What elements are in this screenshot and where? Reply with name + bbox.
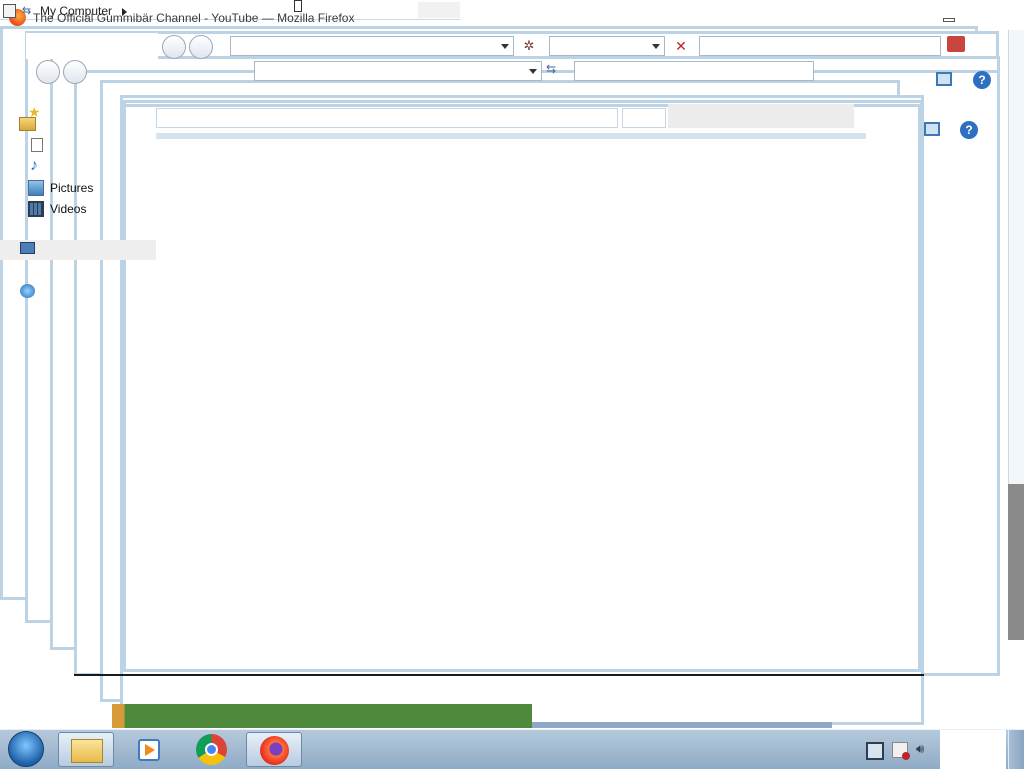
help-icon[interactable]: ?	[973, 71, 991, 89]
network-icon-nav[interactable]	[20, 284, 35, 298]
address-bar-2[interactable]	[254, 61, 542, 81]
search-input-front[interactable]	[622, 108, 666, 128]
network-icon[interactable]	[866, 742, 884, 760]
action-center-x	[902, 752, 910, 760]
forward-button-2[interactable]	[63, 60, 87, 84]
tools-icon[interactable]: ✲	[521, 38, 537, 54]
music-icon[interactable]: ♪	[30, 157, 38, 175]
back-button[interactable]	[162, 35, 186, 59]
nav-item-videos[interactable]: Videos	[28, 199, 86, 219]
search-input-2[interactable]	[574, 61, 814, 81]
preview-pane-glyph-2	[924, 122, 940, 136]
breadcrumb-chevron-icon[interactable]	[122, 8, 127, 16]
minimize-button[interactable]	[943, 18, 955, 22]
taskbar: 🔊︎	[0, 729, 1024, 769]
windows-start-orb[interactable]	[8, 731, 44, 767]
help-icon-2[interactable]: ?	[960, 121, 978, 139]
computer-icon[interactable]	[20, 242, 35, 254]
menu-arrow-icon[interactable]	[3, 4, 16, 18]
media-player-icon[interactable]	[122, 732, 178, 767]
stop-icon[interactable]: ✕	[670, 36, 692, 56]
address-bar-front[interactable]	[156, 108, 618, 128]
right-edge-strip	[1008, 484, 1024, 640]
pictures-folder-icon	[28, 180, 44, 196]
wallpaper-strip	[112, 704, 532, 728]
forward-button[interactable]	[189, 35, 213, 59]
show-desktop-button[interactable]	[1008, 730, 1024, 769]
chrome-icon[interactable]	[184, 732, 240, 767]
libraries-icon[interactable]	[19, 117, 36, 131]
nav-item-label: Pictures	[50, 181, 94, 195]
nav-item-pictures[interactable]: Pictures	[28, 178, 93, 198]
search-input[interactable]	[699, 36, 941, 56]
address-bar[interactable]	[230, 36, 514, 56]
clock-area[interactable]	[940, 730, 1006, 769]
breadcrumb-my-computer[interactable]: My Computer	[40, 4, 112, 18]
toolbar-ghost-front	[668, 104, 854, 128]
documents-icon[interactable]	[31, 138, 43, 152]
play-glyph	[145, 744, 155, 756]
refresh-icon[interactable]: ⇆	[22, 5, 36, 17]
close-button-fragment[interactable]	[947, 36, 965, 52]
address-dropdown-icon-2[interactable]	[529, 69, 537, 74]
address-dropdown-icon[interactable]	[501, 44, 509, 49]
window-frame-front	[123, 104, 921, 672]
preview-pane-glyph	[936, 72, 952, 86]
toolbar-separator	[156, 133, 866, 139]
nav-item-label: Videos	[50, 202, 87, 216]
volume-icon[interactable]: 🔊︎	[916, 742, 930, 756]
search-dropdown-icon[interactable]	[652, 44, 660, 49]
videos-folder-icon	[28, 201, 44, 217]
folder-glyph	[71, 739, 103, 763]
stale-gray-strip	[418, 2, 460, 18]
wallpaper-strip-2	[532, 722, 832, 728]
window-frame-front-edge	[74, 670, 924, 676]
firefox-glyph	[260, 736, 289, 765]
refresh-icon-2[interactable]: ⇆	[546, 62, 562, 78]
file-explorer-icon[interactable]	[58, 732, 114, 767]
taskbar-blank	[307, 730, 939, 769]
chrome-center	[205, 743, 218, 756]
cursor-icon	[294, 0, 302, 12]
firefox-icon[interactable]	[246, 732, 302, 767]
toolbar-blank-left	[26, 33, 158, 59]
back-button-2[interactable]	[36, 60, 60, 84]
right-edge-strip-2	[1008, 30, 1024, 484]
action-center-icon[interactable]	[892, 742, 910, 760]
search-dropdown[interactable]	[549, 36, 665, 56]
